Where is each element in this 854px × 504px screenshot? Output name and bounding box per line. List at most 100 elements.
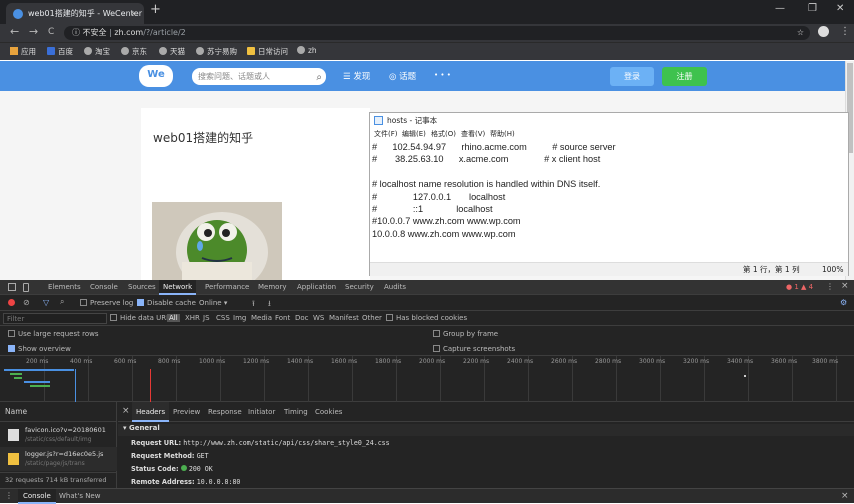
menu-icon[interactable]: ⋮ [840, 26, 850, 37]
tab-response[interactable]: Response [204, 402, 246, 422]
tab-sources[interactable]: Sources [124, 280, 160, 295]
menu-help[interactable]: 帮助(H) [490, 129, 515, 139]
general-section-header[interactable]: ▾ General [118, 424, 854, 436]
minimize-button[interactable]: — [775, 3, 785, 14]
tab-memory[interactable]: Memory [254, 280, 290, 295]
notepad-menubar: 文件(F) 编辑(E) 格式(O) 查看(V) 帮助(H) [370, 128, 848, 140]
filter-doc[interactable]: Doc [295, 314, 309, 322]
forward-button[interactable]: → [29, 25, 38, 38]
drawer-tab-console[interactable]: Console [18, 489, 56, 504]
menu-edit[interactable]: 编辑(E) [402, 129, 426, 139]
reload-button[interactable]: C [48, 27, 54, 37]
show-overview-checkbox[interactable]: Show overview [8, 345, 71, 353]
nav-discover[interactable]: ☰ 发现 [343, 70, 370, 82]
new-tab-button[interactable]: + [150, 2, 161, 17]
filter-xhr[interactable]: XHR [185, 314, 200, 322]
info-icon[interactable]: ⓘ [72, 28, 83, 37]
drawer-menu-icon[interactable]: ⋮ [5, 491, 13, 500]
filter-all[interactable]: All [167, 314, 180, 322]
devtools-close-icon[interactable]: × [841, 281, 849, 291]
hide-data-urls-checkbox[interactable]: Hide data URLs [110, 314, 174, 322]
export-har-icon[interactable]: ⭳ [268, 298, 271, 312]
profile-avatar[interactable] [818, 26, 829, 37]
menu-file[interactable]: 文件(F) [374, 129, 398, 139]
search-icon[interactable]: ⌕ [316, 69, 322, 86]
name-column-header[interactable]: Name [0, 402, 117, 422]
error-warning-badge[interactable]: ● 1 ▲ 4 [786, 283, 813, 291]
address-bar[interactable]: ⓘ 不安全 | zh.com/?/article/2 ☆ [64, 26, 810, 40]
site-search-input[interactable]: 搜索问题、话题或人 ⌕ [192, 68, 326, 85]
tab-application[interactable]: Application [293, 280, 340, 295]
menu-view[interactable]: 查看(V) [461, 129, 485, 139]
capture-screenshots-checkbox[interactable]: Capture screenshots [433, 345, 515, 353]
close-detail-icon[interactable]: × [122, 406, 130, 416]
bookmark-jd[interactable]: 京东 [121, 46, 147, 57]
tab-close-icon[interactable]: × [130, 3, 137, 24]
browser-tab[interactable]: web01搭建的知乎 - WeCenter × [6, 3, 144, 24]
tab-security[interactable]: Security [341, 280, 378, 295]
maximize-button[interactable]: ❐ [808, 3, 817, 14]
disable-cache-checkbox[interactable]: Disable cache [137, 299, 196, 307]
tab-elements[interactable]: Elements [44, 280, 85, 295]
bookmark-folder-daily[interactable]: 日常访问 [247, 46, 288, 57]
bookmark-baidu[interactable]: 百度 [47, 46, 73, 57]
devtools-menu-icon[interactable]: ⋮ [826, 282, 834, 291]
drawer-close-icon[interactable]: × [841, 491, 849, 501]
drawer-tab-whats-new[interactable]: What's New [54, 489, 105, 504]
tab-timing[interactable]: Timing [280, 402, 312, 422]
tab-headers[interactable]: Headers [132, 402, 170, 422]
nav-more-icon[interactable]: • • • [434, 71, 451, 79]
bookmark-taobao[interactable]: 淘宝 [84, 46, 110, 57]
filter-media[interactable]: Media [251, 314, 272, 322]
network-overview[interactable]: 200 ms 400 ms 600 ms 800 ms 1000 ms 1200… [0, 356, 854, 402]
preserve-log-checkbox[interactable]: Preserve log [80, 299, 133, 307]
settings-gear-icon[interactable]: ⚙ [840, 298, 847, 307]
filter-css[interactable]: CSS [216, 314, 230, 322]
tab-console[interactable]: Console [86, 280, 122, 295]
filter-img[interactable]: Img [233, 314, 246, 322]
search-icon[interactable]: ⌕ [60, 297, 64, 307]
close-window-button[interactable]: ✕ [836, 3, 844, 14]
filter-js[interactable]: JS [203, 314, 210, 322]
article-image [152, 202, 282, 280]
bookmark-star-icon[interactable]: ☆ [797, 26, 804, 40]
record-icon[interactable] [8, 299, 15, 306]
notepad-window[interactable]: hosts - 记事本 文件(F) 编辑(E) 格式(O) 查看(V) 帮助(H… [369, 112, 849, 276]
tab-initiator[interactable]: Initiator [244, 402, 279, 422]
bookmark-tmall[interactable]: 天猫 [159, 46, 185, 57]
group-by-frame-checkbox[interactable]: Group by frame [433, 330, 498, 338]
tab-network[interactable]: Network [159, 280, 197, 295]
filter-font[interactable]: Font [275, 314, 290, 322]
filter-input[interactable]: Filter [3, 313, 107, 324]
filter-other[interactable]: Other [362, 314, 382, 322]
device-toolbar-icon[interactable] [23, 283, 29, 292]
filter-icon[interactable]: ▽ [43, 298, 49, 307]
bookmark-zh[interactable]: zh [297, 46, 317, 55]
large-rows-checkbox[interactable]: Use large request rows [8, 330, 98, 338]
request-row[interactable]: logger.js?r=d16ec0e5.js /static/page/js/… [0, 447, 117, 471]
tab-audits[interactable]: Audits [380, 280, 410, 295]
request-row[interactable]: favicon.ico?v=20180601 /static/css/defau… [0, 423, 117, 447]
clear-icon[interactable]: ⊘ [23, 298, 30, 307]
site-logo[interactable]: We [139, 65, 173, 87]
import-har-icon[interactable]: ⭱ [252, 298, 255, 312]
nav-topics[interactable]: ◎ 话题 [389, 70, 416, 82]
notepad-text-area[interactable]: # 102.54.94.97 rhino.acme.com # source s… [372, 141, 846, 261]
has-blocked-cookies-checkbox[interactable]: Has blocked cookies [386, 314, 467, 322]
throttle-select[interactable]: Online ▾ [199, 299, 227, 307]
back-button[interactable]: ← [10, 25, 19, 38]
filter-ws[interactable]: WS [313, 314, 324, 322]
filter-manifest[interactable]: Manifest [329, 314, 359, 322]
tab-preview[interactable]: Preview [169, 402, 204, 422]
menu-format[interactable]: 格式(O) [431, 129, 456, 139]
timeline-tick: 2200 ms [463, 358, 490, 365]
inspect-icon[interactable] [8, 283, 16, 291]
bookmark-apps[interactable]: 应用 [10, 46, 36, 57]
register-button[interactable]: 注册 [662, 67, 707, 86]
login-button[interactable]: 登录 [610, 67, 654, 86]
remote-address-row: Remote Address: 10.0.0.8:80 [131, 478, 241, 486]
notepad-titlebar[interactable]: hosts - 记事本 [370, 113, 848, 128]
tab-performance[interactable]: Performance [201, 280, 253, 295]
bookmark-suning[interactable]: 苏宁易购 [196, 46, 237, 57]
tab-cookies[interactable]: Cookies [311, 402, 346, 422]
